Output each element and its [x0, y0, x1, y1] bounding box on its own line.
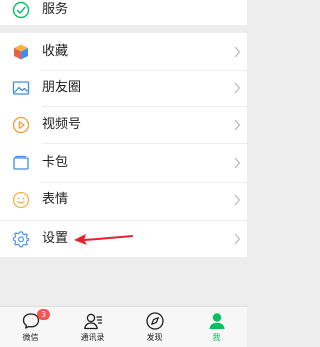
chevron-right-icon	[234, 157, 241, 169]
main-menu-group: 收藏 朋友圈 视频号 卡包 表情	[0, 33, 247, 220]
favorites-row[interactable]: 收藏	[0, 35, 247, 69]
red-arrow-annotation-icon	[74, 234, 133, 245]
person-icon	[209, 313, 224, 329]
stickers-row[interactable]: 表情	[0, 183, 247, 217]
chevron-right-icon	[234, 82, 241, 94]
chevron-right-icon	[234, 194, 241, 206]
stickers-label: 表情	[42, 192, 69, 207]
chevron-right-icon	[234, 233, 241, 245]
services-label: 服务	[42, 2, 69, 17]
moments-photo-icon	[12, 81, 30, 95]
smiley-face-icon	[12, 191, 30, 209]
tab-discover[interactable]: 发现	[124, 307, 185, 347]
tab-chats-label: 微信	[22, 333, 39, 342]
channels-row[interactable]: 视频号	[0, 108, 247, 142]
services-icon	[12, 1, 30, 19]
services-row[interactable]: 服务	[0, 0, 247, 27]
channels-label: 视频号	[42, 117, 82, 132]
tab-discover-label: 发现	[146, 333, 163, 342]
chevron-right-icon	[234, 46, 241, 58]
channels-play-icon	[12, 116, 30, 134]
tab-chats[interactable]: 3 微信	[0, 307, 61, 347]
tab-me-label: 我	[212, 333, 221, 342]
card-wallet-icon	[13, 155, 29, 170]
divider	[42, 143, 247, 144]
gear-icon	[12, 231, 30, 248]
favorites-label: 收藏	[42, 44, 69, 59]
moments-label: 朋友圈	[42, 80, 82, 95]
settings-label: 设置	[42, 231, 69, 246]
moments-row[interactable]: 朋友圈	[0, 71, 247, 105]
tab-me[interactable]: 我	[186, 307, 247, 347]
cards-row[interactable]: 卡包	[0, 146, 247, 180]
tab-contacts-label: 通讯录	[80, 333, 105, 342]
tab-contacts[interactable]: 通讯录	[62, 307, 123, 347]
favorites-cube-icon	[14, 44, 28, 60]
cards-label: 卡包	[42, 155, 69, 170]
me-page: 服务 收藏 朋友圈 视频号 卡包 表情 设置 3 微信 通讯录 发现 我	[0, 0, 247, 347]
unread-badge: 3	[37, 309, 50, 320]
chevron-right-icon	[234, 119, 241, 131]
compass-icon	[145, 312, 164, 330]
bottom-tab-bar: 3 微信 通讯录 发现 我	[0, 306, 247, 347]
services-group: 服务	[0, 0, 247, 25]
contacts-person-icon	[83, 313, 102, 330]
divider	[42, 106, 247, 107]
